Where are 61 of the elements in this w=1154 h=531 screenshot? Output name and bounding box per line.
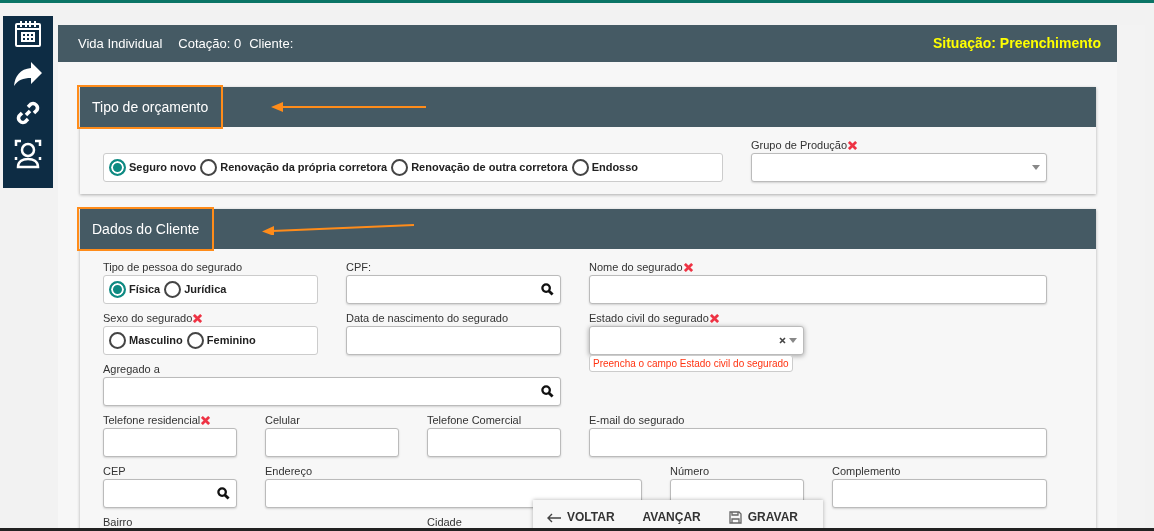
product-title: Vida Individual	[78, 34, 163, 53]
back-arrow-icon	[547, 512, 561, 523]
field-label: CEP	[103, 463, 126, 479]
input-field[interactable]	[103, 428, 237, 457]
radio-option[interactable]: Feminino	[186, 332, 256, 349]
section-title: Tipo de orçamento	[77, 85, 224, 129]
back-button[interactable]: VOLTAR	[547, 510, 615, 525]
field-label: Complemento	[832, 463, 901, 479]
field-label: Nome do segurado	[589, 259, 683, 275]
radio-option[interactable]: Seguro novo	[109, 159, 197, 176]
input-field[interactable]	[346, 275, 561, 304]
next-button[interactable]: AVANÇAR	[642, 510, 701, 525]
radio-option[interactable]: Endosso	[571, 159, 639, 176]
field-label: Bairro	[103, 514, 133, 530]
dropdown-caret-icon[interactable]	[789, 338, 797, 343]
status-label: Situação: Preenchimento	[932, 34, 1101, 53]
field-label: Telefone residencial	[103, 412, 201, 428]
link-icon[interactable]	[14, 99, 42, 127]
field-label: Sexo do segurado	[103, 310, 193, 326]
input-field[interactable]	[103, 479, 237, 508]
field-label: Data de nascimento do segurado	[346, 310, 509, 326]
field-label: Celular	[265, 412, 300, 428]
field-label: Grupo de Produção	[751, 137, 847, 153]
radio-option[interactable]: Renovação de outra corretora	[391, 159, 568, 176]
field-label: CPF:	[346, 259, 372, 275]
client-label: Cliente:	[249, 34, 294, 53]
select-field[interactable]	[751, 153, 1047, 182]
person-icon[interactable]	[14, 139, 42, 169]
search-icon[interactable]	[541, 385, 554, 398]
section-title: Dados do Cliente	[77, 207, 215, 251]
save-button[interactable]: GRAVAR	[728, 510, 798, 525]
radio-option[interactable]: Física	[109, 281, 161, 298]
input-field[interactable]	[103, 377, 561, 406]
input-field[interactable]	[265, 479, 642, 508]
field-label: Agregado a	[103, 361, 160, 377]
field-label: Cidade	[427, 514, 462, 530]
error-tooltip: Preencha o campo Estado civil do segurado	[589, 355, 793, 372]
input-field[interactable]	[832, 479, 1047, 508]
select-field[interactable]	[589, 326, 804, 355]
search-icon[interactable]	[541, 283, 554, 296]
field-label: Telefone Comercial	[427, 412, 522, 428]
clear-icon[interactable]	[779, 337, 786, 344]
field-label: Estado civil do segurado	[589, 310, 709, 326]
field-label: Tipo de pessoa do segurado	[103, 259, 243, 275]
radio-option[interactable]: Renovação da própria corretora	[200, 159, 388, 176]
input-field[interactable]	[427, 428, 561, 457]
field-label: Número	[670, 463, 710, 479]
field-label: E-mail do segurado	[589, 412, 685, 428]
search-icon[interactable]	[217, 487, 230, 500]
input-field[interactable]	[589, 428, 1047, 457]
save-icon	[728, 511, 742, 524]
quote-number: Cotação: 0	[178, 34, 242, 53]
input-field[interactable]	[265, 428, 399, 457]
radio-option[interactable]: Jurídica	[164, 281, 227, 298]
field-label: Endereço	[265, 463, 313, 479]
forward-arrow-icon[interactable]	[13, 61, 43, 87]
input-field[interactable]	[346, 326, 561, 355]
input-field[interactable]	[589, 275, 1047, 304]
calendar-icon[interactable]	[13, 19, 43, 49]
radio-option[interactable]: Masculino	[109, 332, 183, 349]
dropdown-caret-icon[interactable]	[1032, 165, 1040, 170]
